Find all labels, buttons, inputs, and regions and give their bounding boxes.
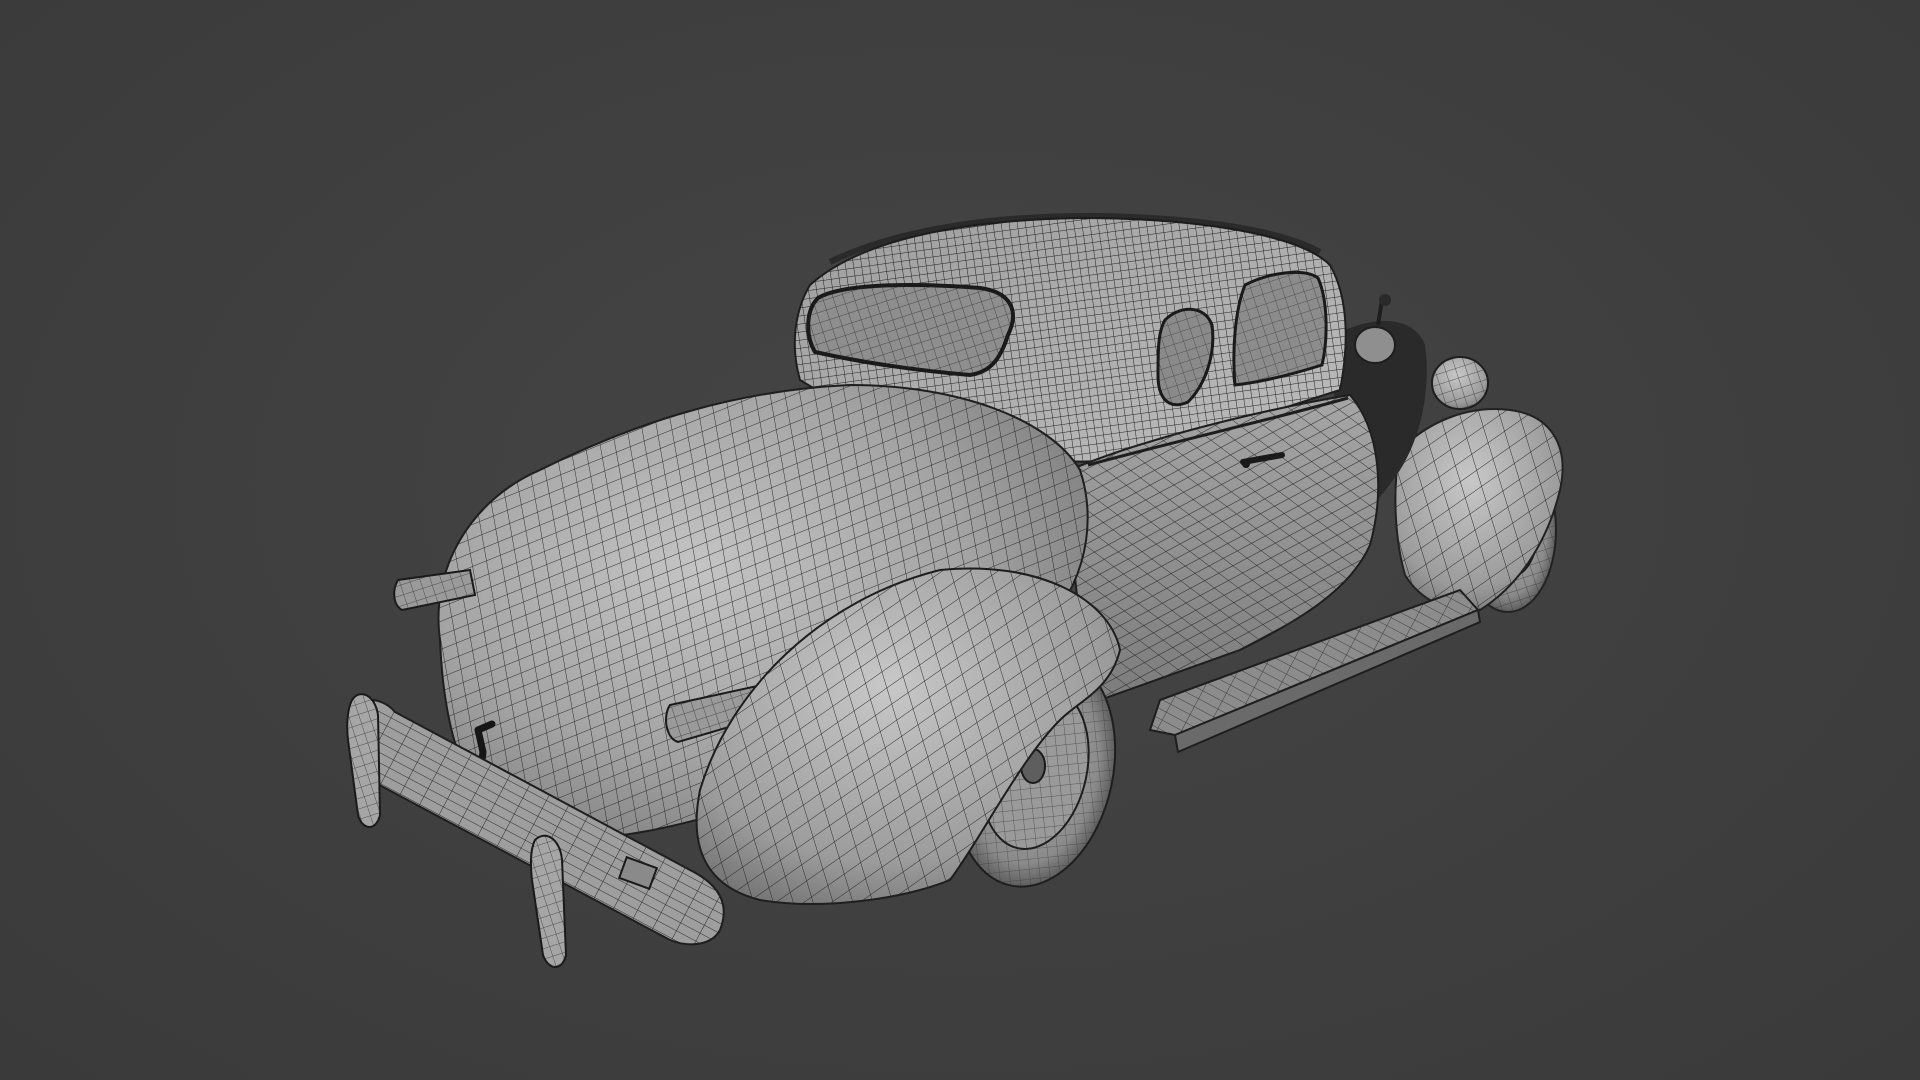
3d-viewport[interactable] [0,0,1920,1080]
bumper-guard-left [346,693,382,828]
headlamp [1431,356,1489,410]
model-render [346,212,1564,968]
side-window [1232,270,1328,387]
bumper-guard-right [530,834,568,968]
